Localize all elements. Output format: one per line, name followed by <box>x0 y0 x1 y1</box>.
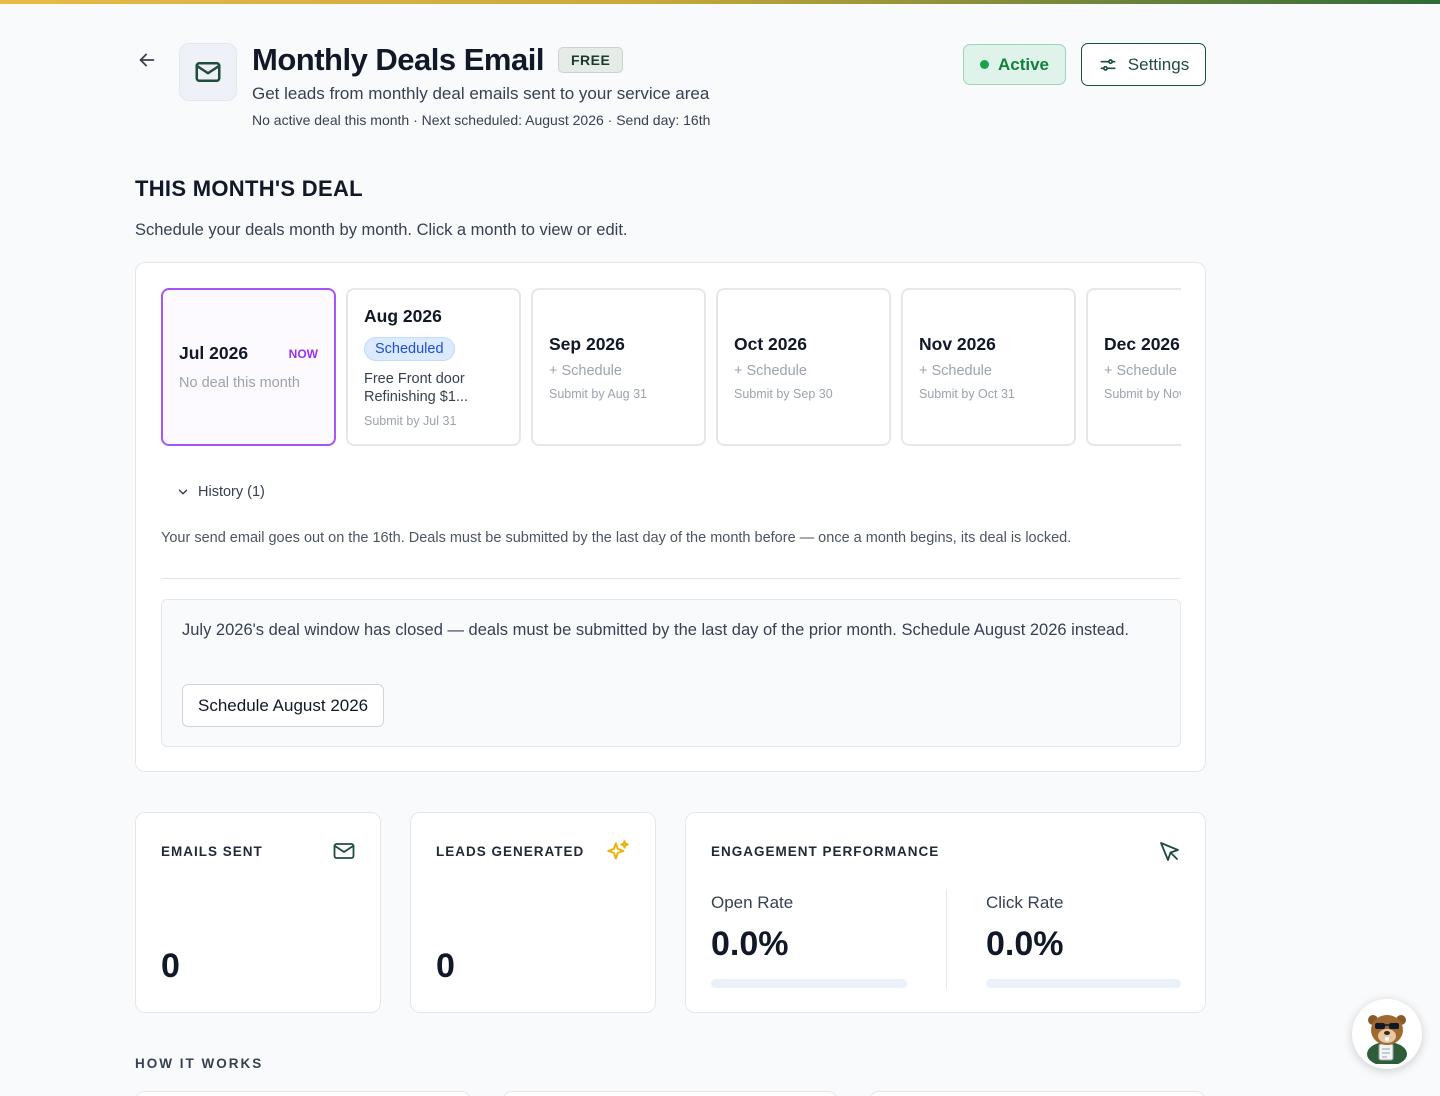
scheduled-badge: Scheduled <box>364 337 455 361</box>
month-label: Jul 2026 <box>179 343 249 363</box>
history-label: History (1) <box>198 484 265 500</box>
deal-panel: Jul 2026 NOW No deal this month Aug 2026… <box>135 262 1206 772</box>
card-icon-wrap <box>332 839 356 868</box>
sliders-icon <box>1100 58 1116 71</box>
submit-deadline: Submit by Nov 30 <box>1104 386 1181 401</box>
schedule-meta: No active deal this month · Next schedul… <box>252 112 711 128</box>
card-title: ENGAGEMENT PERFORMANCE <box>711 844 940 859</box>
engagement-divider <box>946 889 947 989</box>
cursor-icon <box>1160 842 1179 861</box>
month-strip[interactable]: Jul 2026 NOW No deal this month Aug 2026… <box>161 288 1181 447</box>
settings-label: Settings <box>1127 54 1190 74</box>
status-dot <box>979 60 989 69</box>
month-label: Oct 2026 <box>734 333 807 354</box>
top-accent-bar <box>0 0 1440 4</box>
month-card-sep-2026[interactable]: Sep 2026 + Schedule Submit by Aug 31 <box>531 288 706 446</box>
card-icon-wrap <box>605 839 631 870</box>
divider <box>161 578 1181 579</box>
back-button[interactable] <box>135 48 159 72</box>
month-card-oct-2026[interactable]: Oct 2026 + Schedule Submit by Sep 30 <box>716 288 891 446</box>
stat-value: 0 <box>161 947 180 985</box>
submit-deadline: Submit by Aug 31 <box>549 386 647 401</box>
section-description: Schedule your deals month by month. Clic… <box>135 221 628 239</box>
beaver-mascot-icon <box>1367 1015 1407 1064</box>
active-label: Active <box>997 54 1050 74</box>
open-rate-block: Open Rate 0.0% <box>711 893 793 964</box>
open-rate-label: Open Rate <box>711 893 794 912</box>
deal-title: Free Front door Refinishing $1... <box>364 371 468 405</box>
mail-icon <box>195 62 221 82</box>
click-rate-label: Click Rate <box>986 893 1064 912</box>
card-title: LEADS GENERATED <box>436 844 585 859</box>
month-label: Aug 2026 <box>364 306 442 326</box>
schedule-next-month-button[interactable]: Schedule August 2026 <box>182 684 385 727</box>
how-it-works-card <box>135 1091 471 1096</box>
title-row: Monthly Deals Email FREE <box>252 42 624 78</box>
click-rate-bar <box>986 979 1181 988</box>
month-card-aug-2026[interactable]: Aug 2026 Scheduled Free Front door Refin… <box>346 288 521 446</box>
how-it-works-card <box>869 1091 1206 1096</box>
card-icon-wrap <box>1157 839 1181 868</box>
open-rate-value: 0.0% <box>711 925 789 963</box>
settings-button[interactable]: Settings <box>1081 43 1206 86</box>
history-toggle[interactable]: History (1) <box>176 484 265 500</box>
month-card-nov-2026[interactable]: Nov 2026 + Schedule Submit by Oct 31 <box>901 288 1076 446</box>
assistant-mascot-button[interactable] <box>1352 999 1422 1069</box>
window-closed-notice: July 2026's deal window has closed — dea… <box>161 599 1181 747</box>
click-rate-block: Click Rate 0.0% <box>986 893 1064 964</box>
stat-value: 0 <box>436 947 455 985</box>
how-it-works-card <box>502 1091 838 1096</box>
window-closed-message: July 2026's deal window has closed — dea… <box>182 621 1129 639</box>
engagement-card: ENGAGEMENT PERFORMANCE Open Rate 0.0% Cl… <box>685 812 1206 1013</box>
open-rate-bar <box>711 979 907 988</box>
page-title: Monthly Deals Email <box>252 42 544 77</box>
active-status-button[interactable]: Active <box>963 44 1066 85</box>
month-status: No deal this month <box>179 375 300 391</box>
section-title: THIS MONTH'S DEAL <box>135 176 363 201</box>
now-tag: NOW <box>288 346 318 361</box>
month-label: Nov 2026 <box>919 333 996 354</box>
arrow-left-icon <box>139 53 155 67</box>
leads-generated-card: LEADS GENERATED 0 <box>410 812 656 1013</box>
header-icon-tile <box>179 43 237 101</box>
sparkles-icon <box>607 840 629 860</box>
schedule-action[interactable]: + Schedule <box>1104 363 1181 379</box>
month-card-jul-2026[interactable]: Jul 2026 NOW No deal this month <box>161 288 336 446</box>
month-card-dec-2026[interactable]: Dec 2026 + Schedule Submit by Nov 30 <box>1086 288 1181 446</box>
schedule-action[interactable]: + Schedule <box>549 363 688 379</box>
submit-deadline: Submit by Oct 31 <box>919 386 1015 401</box>
page-subtitle: Get leads from monthly deal emails sent … <box>252 84 710 103</box>
how-it-works-heading: HOW IT WORKS <box>135 1056 264 1071</box>
submit-deadline: Submit by Jul 31 <box>364 414 457 428</box>
mail-icon <box>333 843 355 859</box>
chevron-down-icon <box>178 489 188 495</box>
send-schedule-note: Your send email goes out on the 16th. De… <box>161 530 1072 546</box>
card-title: EMAILS SENT <box>161 844 263 859</box>
schedule-action[interactable]: + Schedule <box>919 363 1058 379</box>
emails-sent-card: EMAILS SENT 0 <box>135 812 381 1013</box>
month-label: Dec 2026 <box>1104 333 1180 354</box>
submit-deadline: Submit by Sep 30 <box>734 386 833 401</box>
plan-badge: FREE <box>557 47 624 73</box>
click-rate-value: 0.0% <box>986 925 1064 963</box>
schedule-action[interactable]: + Schedule <box>734 363 873 379</box>
month-label: Sep 2026 <box>549 333 625 354</box>
